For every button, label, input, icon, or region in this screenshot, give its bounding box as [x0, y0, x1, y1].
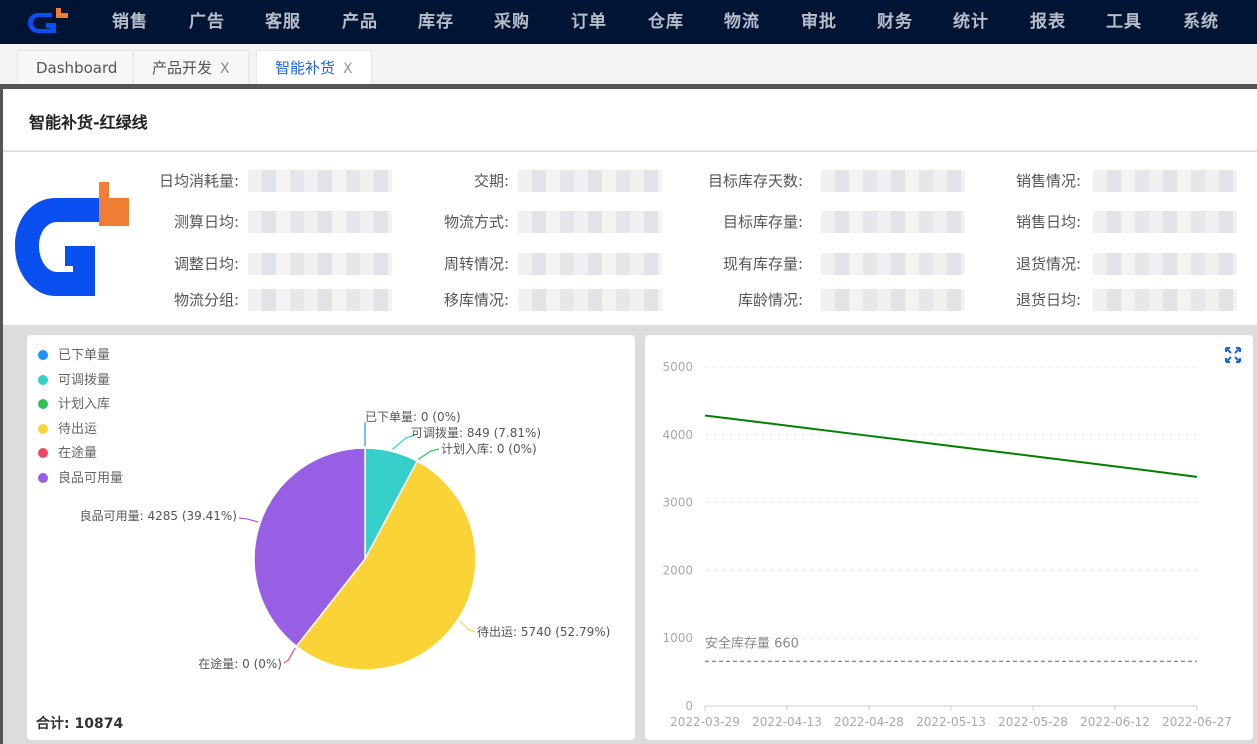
info-value-redacted [821, 289, 965, 311]
nav-item[interactable]: 统计 [953, 0, 989, 44]
nav-item[interactable]: 产品 [342, 0, 378, 44]
info-value-redacted [821, 170, 965, 192]
pie-data-label: 良品可用量: 4285 (39.41%) [80, 508, 237, 523]
nav-item[interactable]: 系统 [1183, 0, 1219, 44]
nav-item[interactable]: 物流 [724, 0, 760, 44]
inventory-line[interactable] [704, 414, 1198, 478]
info-label: 退货日均: [1015, 291, 1081, 309]
info-value-redacted [821, 211, 965, 233]
nav-item[interactable]: 采购 [494, 0, 530, 44]
info-label: 销售情况: [1015, 172, 1081, 190]
nav-item[interactable]: 客服 [265, 0, 301, 44]
info-label: 退货情况: [1015, 255, 1081, 273]
info-label: 交期: [473, 172, 509, 190]
info-value-redacted [518, 253, 662, 275]
product-logo [15, 182, 129, 296]
info-value-redacted [248, 253, 392, 275]
x-tick-label: 2022-05-28 [998, 715, 1068, 729]
nav-item[interactable]: 财务 [877, 0, 913, 44]
y-tick-label: 3000 [662, 496, 693, 510]
info-value-redacted [248, 211, 392, 233]
nav-item[interactable]: 订单 [571, 0, 607, 44]
x-tick-label: 2022-06-12 [1080, 715, 1150, 729]
info-value-redacted [1093, 253, 1237, 275]
total-summary: 合计: 10874 [36, 713, 123, 733]
tab-dashboard[interactable]: Dashboard [17, 50, 137, 84]
pie-leader-line [238, 517, 259, 523]
nav-item[interactable]: 工具 [1106, 0, 1142, 44]
x-tick-label: 2022-04-28 [834, 715, 904, 729]
close-icon[interactable]: X [343, 61, 353, 77]
x-tick-label: 2022-03-29 [670, 715, 740, 729]
info-label: 移库情况: [443, 291, 509, 309]
info-label: 现有库存量: [722, 255, 803, 273]
info-label: 测算日均: [173, 213, 239, 231]
y-tick-label: 0 [685, 699, 693, 713]
info-label: 物流分组: [173, 291, 239, 309]
y-tick-label: 1000 [662, 631, 693, 645]
y-tick-label: 5000 [662, 360, 693, 374]
info-value-redacted [1093, 289, 1237, 311]
info-label: 日均消耗量: [158, 172, 239, 190]
tab-label: 产品开发 [152, 59, 213, 77]
nav-item[interactable]: 库存 [418, 0, 454, 44]
pie-data-label: 待出运: 5740 (52.79%) [477, 625, 610, 639]
info-value-redacted [821, 253, 965, 275]
info-label: 销售日均: [1015, 213, 1081, 231]
info-section: 日均消耗量: 交期: 目标库存天数: 销售情况: 测算日均: 物流方式: 目标库存量: 销售日… [3, 152, 1257, 325]
safety-stock-label: 安全库存量 660 [705, 635, 799, 651]
info-label: 库龄情况: [737, 291, 803, 309]
info-value-redacted [518, 289, 662, 311]
info-label: 调整日均: [173, 255, 239, 273]
nav-item[interactable]: 广告 [189, 0, 225, 44]
total-label: 合计: [36, 716, 70, 732]
y-tick-label: 4000 [662, 428, 693, 442]
line-chart: 0 1000 2000 3000 4000 5000 2022-03-29 2022-04-1… [662, 360, 1232, 729]
close-icon[interactable]: X [220, 61, 230, 77]
pie-leader-line [283, 647, 296, 664]
pie-data-label: 在途量: 0 (0%) [198, 656, 282, 671]
pie-data-label: 可调拨量: 849 (7.81%) [411, 426, 541, 440]
pie-chart: 已下单量: 0 (0%) 可调拨量: 849 (7.81%)计划入库: 0 (0%… [80, 410, 611, 671]
pie-leader-line [459, 620, 476, 633]
info-value-redacted [518, 211, 662, 233]
nav-item[interactable]: 报表 [1030, 0, 1066, 44]
info-value-redacted [1093, 211, 1237, 233]
x-tick-label: 2022-04-13 [752, 715, 822, 729]
info-value-redacted [248, 289, 392, 311]
info-value-redacted [518, 170, 662, 192]
nav-item[interactable]: 审批 [801, 0, 837, 44]
total-value: 10874 [74, 716, 124, 732]
pie-data-label: 计划入库: 0 (0%) [441, 441, 537, 456]
info-label: 目标库存量: [722, 213, 803, 231]
page-title: 智能补货-红绿线 [29, 113, 148, 132]
pie-data-label: 已下单量: 0 (0%) [365, 410, 461, 424]
top-navigation: 销售 广告 客服 产品 库存 采购 订单 仓库 物流 审批 财务 统计 报表 工具 系统 [0, 0, 1257, 44]
tab-product-dev[interactable]: 产品开发 X [133, 50, 249, 84]
page-header: 智能补货-红绿线 [3, 89, 1257, 151]
nav-item[interactable]: 销售 [112, 0, 148, 44]
info-value-redacted [248, 170, 392, 192]
tab-bar: Dashboard 产品开发 X 智能补货 X [0, 44, 1257, 84]
x-tick-label: 2022-06-27 [1162, 715, 1232, 729]
y-tick-label: 2000 [662, 563, 693, 577]
nav-item[interactable]: 仓库 [648, 0, 684, 44]
pie-leader-line [417, 448, 440, 460]
tab-label: 智能补货 [275, 59, 336, 77]
tab-label: Dashboard [36, 59, 118, 77]
info-label: 目标库存天数: [707, 172, 803, 190]
brand-logo[interactable] [26, 6, 82, 38]
info-label: 周转情况: [443, 255, 509, 273]
tab-smart-replenish[interactable]: 智能补货 X [256, 50, 372, 84]
info-value-redacted [1093, 170, 1237, 192]
fullscreen-icon[interactable] [1224, 346, 1242, 364]
x-tick-label: 2022-05-13 [916, 715, 986, 729]
info-label: 物流方式: [443, 213, 509, 231]
